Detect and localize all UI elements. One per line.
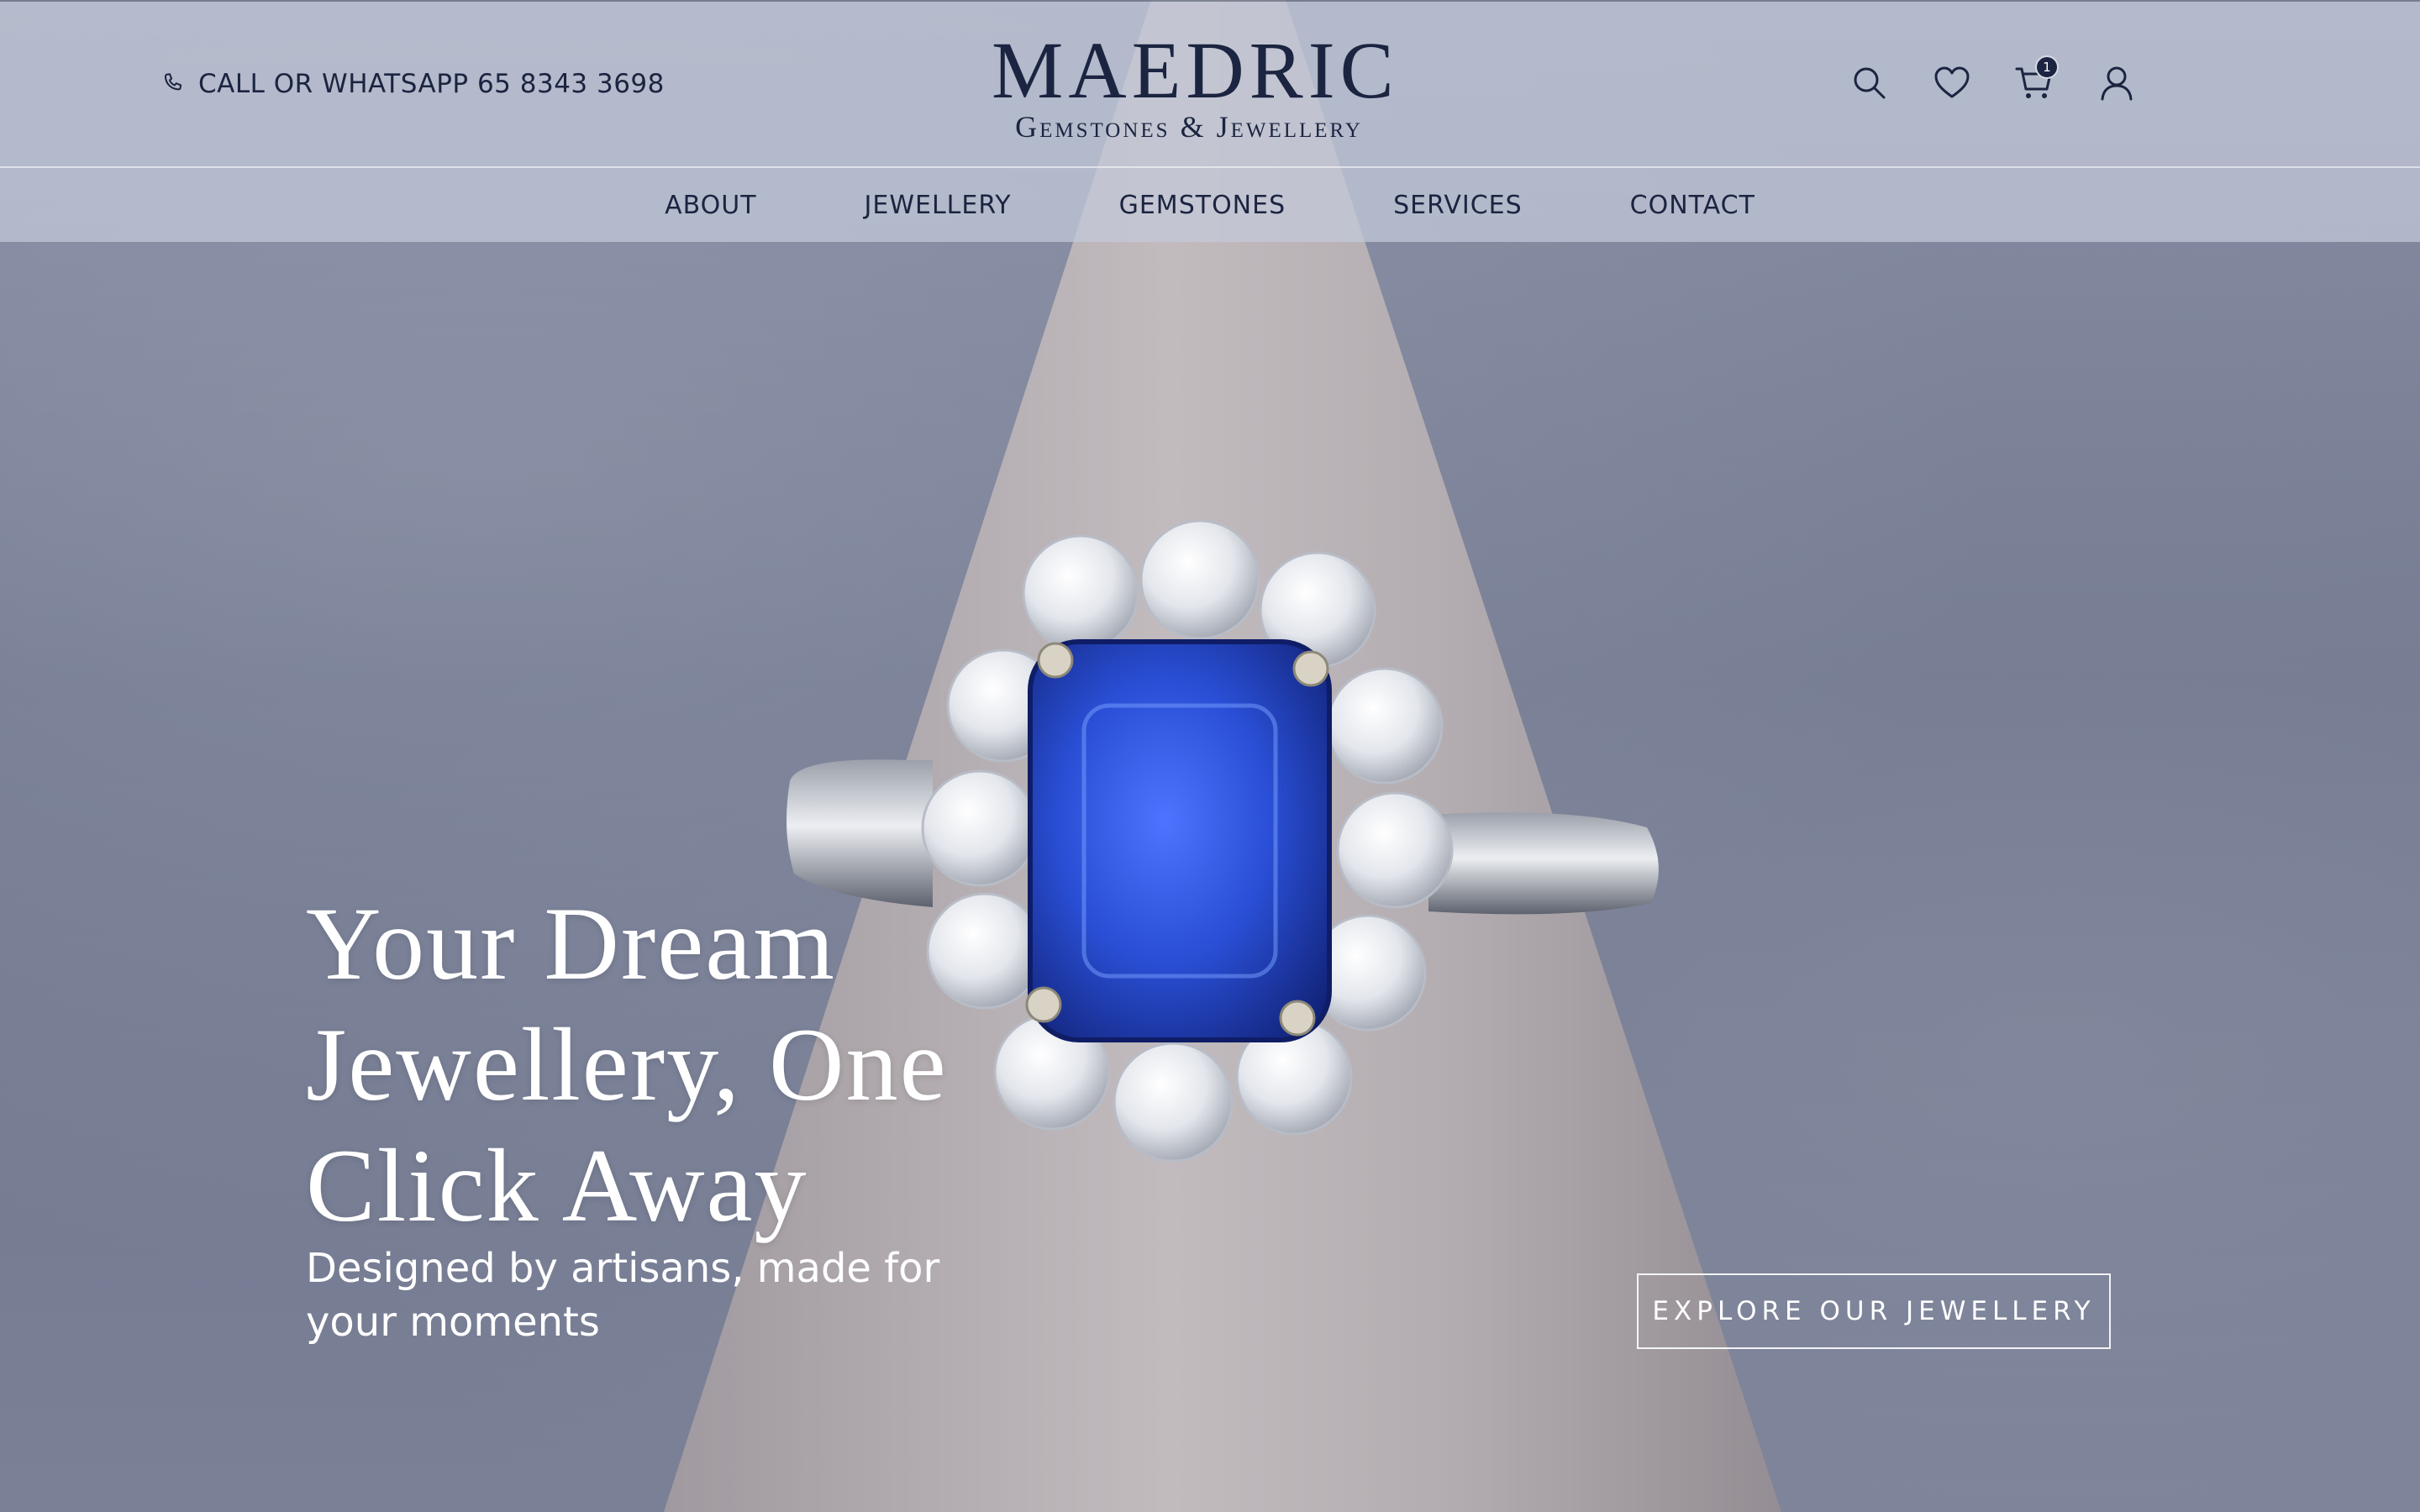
logo-tagline: Gemstones & Jewellery	[1015, 110, 1363, 144]
brand-logo[interactable]: MAEDRIC Gemstones & Jewellery	[992, 25, 1399, 144]
call-whatsapp-link[interactable]: CALL OR WHATSAPP 65 8343 3698	[160, 69, 665, 99]
main-navigation: ABOUT JEWELLERY GEMSTONES SERVICES CONTA…	[0, 168, 2420, 242]
account-button[interactable]	[2096, 62, 2138, 104]
ring-band-right	[1428, 812, 1659, 915]
hero-subtitle: Designed by artisans, made for your mome…	[306, 1245, 940, 1346]
nav-item-gemstones[interactable]: GEMSTONES	[1065, 191, 1340, 220]
nav-item-services[interactable]: SERVICES	[1339, 191, 1576, 220]
user-icon	[2101, 66, 2133, 101]
search-button[interactable]	[1849, 62, 1891, 104]
hero-title: Your Dream Jewellery, One Click Away	[306, 886, 948, 1243]
header-actions: 1	[1849, 55, 2138, 104]
site-header: CALL OR WHATSAPP 65 8343 3698 MAEDRIC Ge…	[0, 0, 2420, 242]
explore-jewellery-button[interactable]: EXPLORE OUR JEWELLERY	[1637, 1273, 2111, 1349]
header-top-border	[0, 0, 2420, 2]
nav-item-jewellery[interactable]: JEWELLERY	[811, 191, 1065, 220]
phone-icon	[164, 73, 182, 91]
wishlist-button[interactable]	[1931, 62, 1973, 104]
search-icon	[1854, 67, 1886, 99]
cart-button[interactable]: 1	[2013, 55, 2059, 104]
contact-text: CALL OR WHATSAPP 65 8343 3698	[198, 69, 665, 99]
heart-icon	[1934, 66, 1970, 98]
nav-item-contact[interactable]: CONTACT	[1576, 191, 1809, 220]
sapphire-stone	[1028, 639, 1332, 1042]
logo-wordmark: MAEDRIC	[992, 25, 1399, 115]
nav-item-about[interactable]: ABOUT	[611, 191, 810, 220]
cart-count-badge: 1	[2035, 55, 2059, 79]
